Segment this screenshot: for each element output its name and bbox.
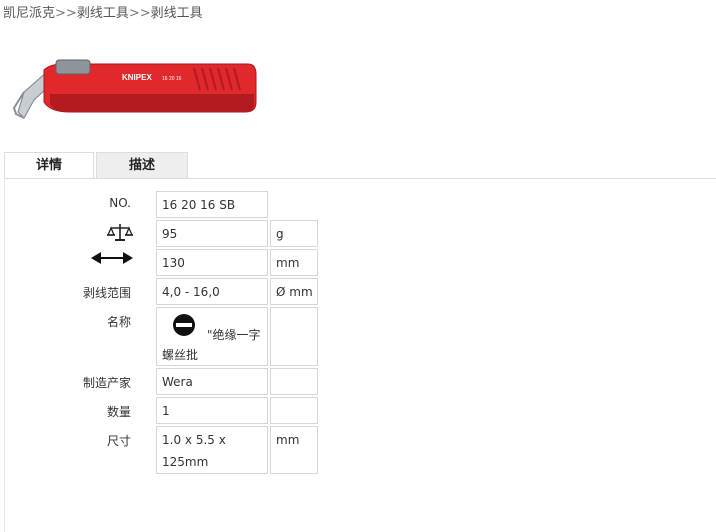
- tool-model-text: 16 20 16: [162, 76, 182, 82]
- range-label: 剥线范围: [82, 286, 131, 300]
- length-value-cell: 130: [156, 249, 268, 276]
- weight-value: 95: [162, 227, 178, 241]
- tab-details[interactable]: 详情: [4, 152, 94, 179]
- breadcrumb-item-stripping-tools[interactable]: 剥线工具: [77, 6, 129, 21]
- tool-slider: [55, 59, 91, 75]
- maker-unit-cell: [270, 368, 318, 395]
- qty-label: 数量: [106, 405, 131, 419]
- product-image: KNIPEX 16 20 16: [12, 59, 257, 119]
- size-value-line2: 125mm: [162, 455, 209, 469]
- name-value-cell: "绝缘一字 螺丝批: [156, 307, 268, 366]
- breadcrumb-separator: >>: [128, 6, 151, 21]
- breadcrumb: 凯尼派克>>剥线工具>>剥线工具: [3, 2, 203, 21]
- length-unit: mm: [276, 256, 300, 270]
- balance-scale-icon: [107, 224, 133, 241]
- qty-unit-cell: [270, 397, 318, 424]
- range-value: 4,0 - 16,0: [162, 285, 220, 299]
- qty-value: 1: [162, 404, 170, 418]
- name-unit-cell: [270, 307, 318, 366]
- size-unit-cell: mm: [270, 426, 318, 474]
- breadcrumb-item-stripping-tools-current[interactable]: 剥线工具: [151, 6, 203, 21]
- size-unit: mm: [276, 433, 300, 447]
- maker-value-cell: Wera: [156, 368, 268, 395]
- panel-border: [4, 178, 5, 532]
- tool-brand-text: KNIPEX: [122, 73, 152, 82]
- tab-divider: [4, 178, 716, 179]
- size-value-cell: 1.0 x 5.5 x 125mm: [156, 426, 268, 474]
- length-unit-cell: mm: [270, 249, 318, 276]
- no-value-cell: 16 20 16 SB: [156, 191, 268, 218]
- range-unit: Ø mm: [276, 285, 313, 299]
- weight-unit: g: [276, 227, 284, 241]
- maker-value: Wera: [162, 375, 193, 389]
- no-value: 16 20 16 SB: [162, 198, 236, 212]
- range-value-cell: 4,0 - 16,0: [156, 278, 268, 305]
- qty-value-cell: 1: [156, 397, 268, 424]
- no-label: NO.: [109, 196, 131, 210]
- slotted-screw-icon: [173, 314, 195, 336]
- name-value-line2: 螺丝批: [162, 348, 199, 362]
- name-value-line1: "绝缘一字: [207, 328, 261, 342]
- size-value-line1: 1.0 x 5.5 x: [162, 433, 226, 447]
- breadcrumb-separator: >>: [55, 6, 77, 21]
- size-label: 尺寸: [106, 434, 131, 448]
- double-arrow-icon: [91, 252, 133, 264]
- weight-unit-cell: g: [270, 220, 318, 247]
- name-label: 名称: [106, 315, 131, 329]
- length-value: 130: [162, 256, 185, 270]
- maker-label: 制造产家: [82, 376, 131, 390]
- weight-value-cell: 95: [156, 220, 268, 247]
- range-unit-cell: Ø mm: [270, 278, 318, 305]
- tab-description[interactable]: 描述: [96, 152, 188, 179]
- breadcrumb-item-knipex[interactable]: 凯尼派克: [3, 6, 55, 21]
